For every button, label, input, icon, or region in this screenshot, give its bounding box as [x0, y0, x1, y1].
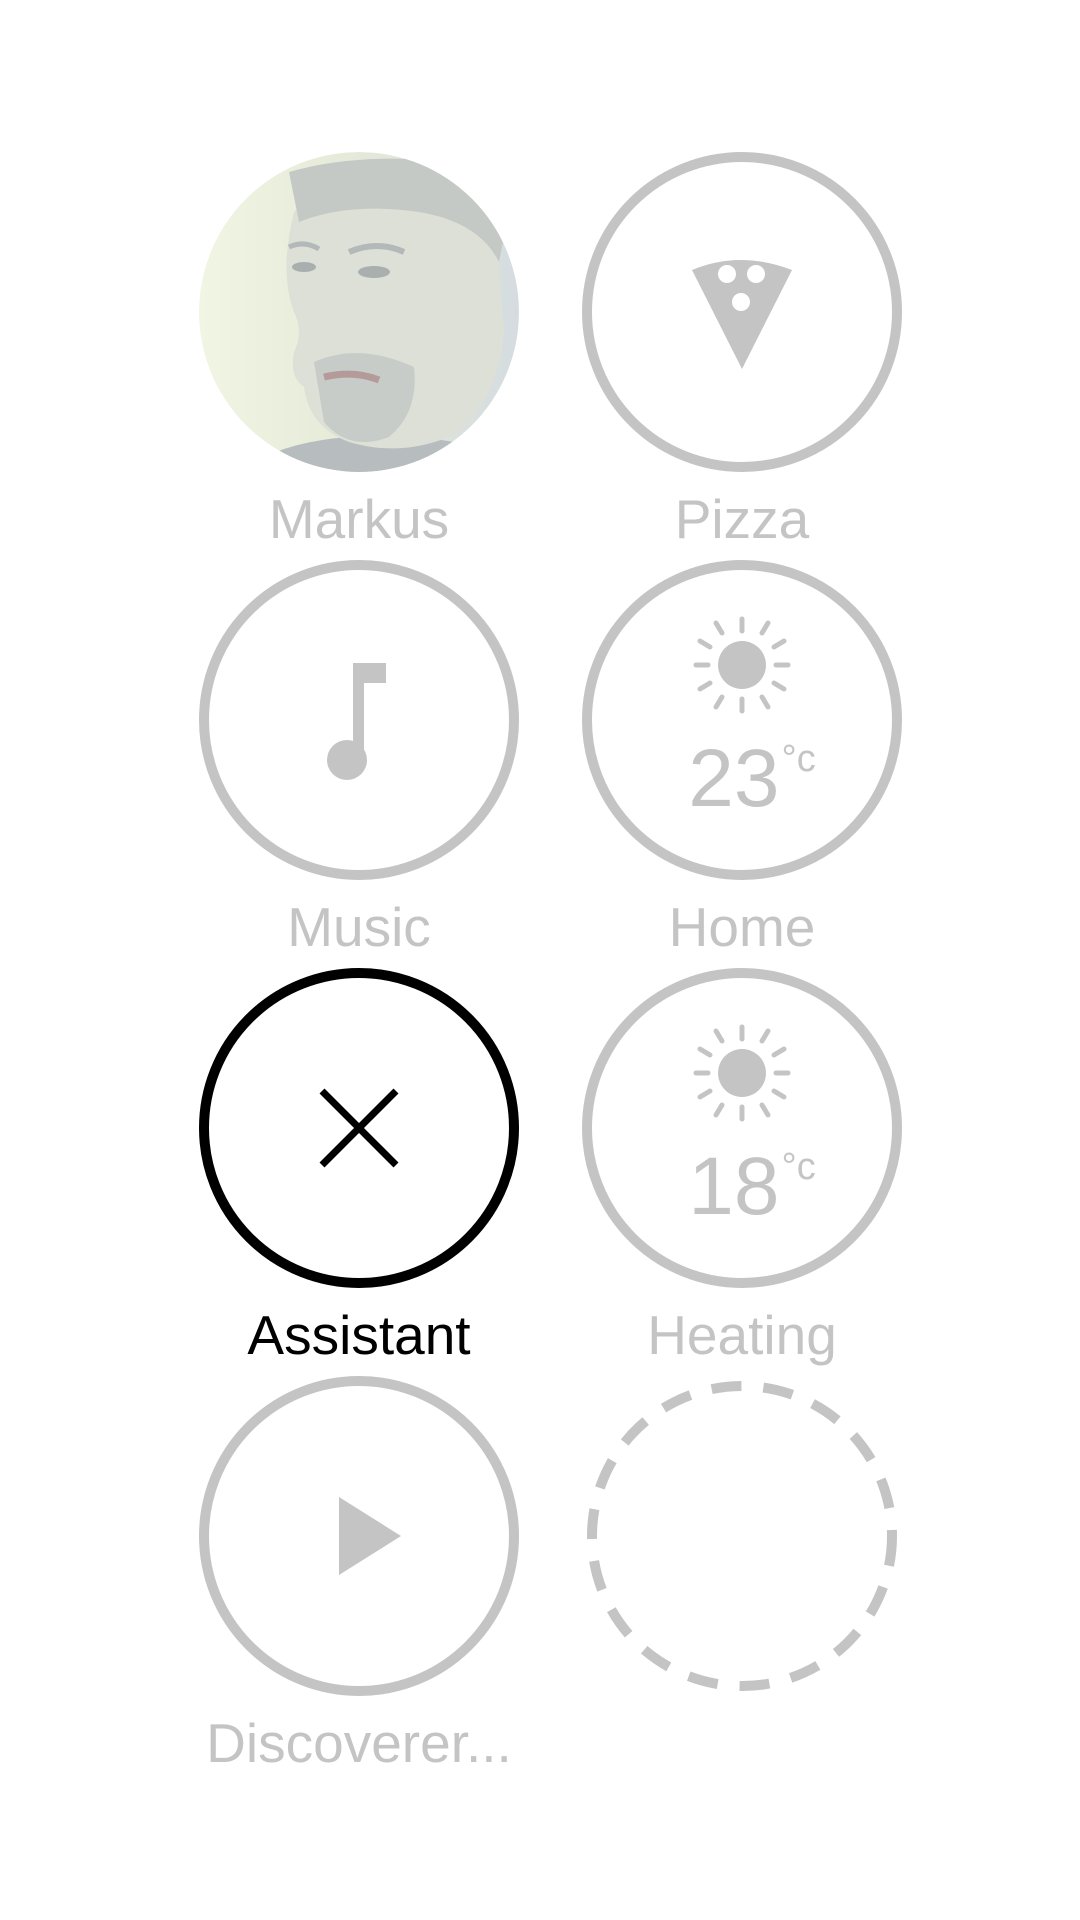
tile-heating[interactable]: 18°c Heating [582, 968, 902, 1368]
tile-label: Home [668, 896, 816, 958]
temperature-unit: °c [781, 1146, 816, 1188]
avatar-photo [199, 152, 519, 472]
tile-markus[interactable]: Markus [199, 152, 519, 552]
music-note-icon [327, 663, 386, 780]
tile-label: Pizza [674, 488, 810, 550]
add-slot-button[interactable] [582, 1376, 902, 1696]
avatar[interactable] [199, 152, 519, 472]
dashed-circle-icon [587, 1381, 897, 1691]
tile-home[interactable]: 23°c Home [582, 560, 902, 960]
tile-label: Heating [647, 1304, 837, 1366]
tile-assistant[interactable]: Assistant [199, 968, 519, 1368]
temperature-value: 18 [688, 1141, 780, 1232]
close-icon [319, 1088, 399, 1168]
pizza-slice-icon [692, 260, 792, 369]
sun-icon [693, 1024, 791, 1122]
tile-button[interactable] [582, 152, 902, 472]
tile-pizza[interactable]: Pizza [582, 152, 902, 552]
temperature-value: 23 [688, 733, 780, 824]
temperature-readout: 18°c [592, 1146, 892, 1228]
tile-button[interactable] [199, 560, 519, 880]
tile-button[interactable]: 23°c [582, 560, 902, 880]
tile-button[interactable]: 18°c [582, 968, 902, 1288]
tile-label: Music [287, 896, 431, 958]
play-icon [339, 1497, 401, 1575]
tile-label: Discoverer... [206, 1712, 512, 1774]
temperature-readout: 23°c [592, 738, 892, 820]
sun-icon [693, 616, 791, 714]
tile-music[interactable]: Music [199, 560, 519, 960]
tile-label: Markus [268, 488, 450, 550]
tile-button[interactable] [199, 1376, 519, 1696]
tile-discoverer[interactable]: Discoverer... [199, 1376, 519, 1776]
tile-empty-slot[interactable] [582, 1376, 902, 1776]
tile-label: Assistant [247, 1304, 471, 1366]
temperature-unit: °c [781, 738, 816, 780]
tile-button[interactable] [199, 968, 519, 1288]
